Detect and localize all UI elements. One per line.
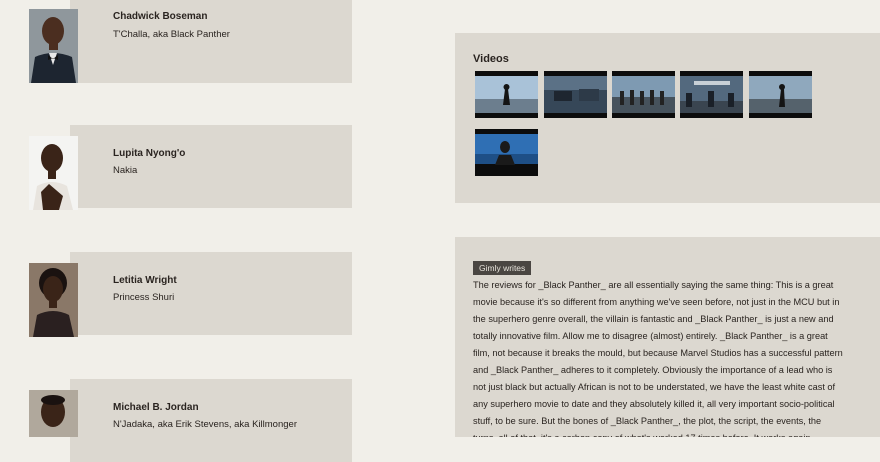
cast-card: Lupita Nyong'o Nakia [70, 125, 352, 208]
video-thumbnail[interactable] [612, 71, 675, 118]
cast-role: Princess Shuri [113, 292, 175, 303]
cast-name: Lupita Nyong'o [113, 148, 186, 159]
cast-photo [29, 9, 78, 83]
cast-name: Michael B. Jordan [113, 402, 199, 413]
cast-card: Michael B. Jordan N'Jadaka, aka Erik Ste… [70, 379, 352, 462]
cast-name: Chadwick Boseman [113, 11, 208, 22]
cast-name: Letitia Wright [113, 275, 177, 286]
cast-role: N'Jadaka, aka Erik Stevens, aka Killmong… [113, 419, 297, 430]
video-thumbnail[interactable] [749, 71, 812, 118]
video-thumbnail[interactable] [475, 71, 538, 118]
video-thumbnail[interactable] [544, 71, 607, 118]
cast-photo [29, 136, 78, 210]
cast-card: Chadwick Boseman T'Challa, aka Black Pan… [70, 0, 352, 83]
review-author-tag[interactable]: Gimly writes [473, 261, 532, 275]
cast-photo [29, 390, 78, 437]
review-panel: Gimly writes The reviews for _Black Pant… [455, 237, 880, 437]
video-thumbnail[interactable] [680, 71, 743, 118]
cast-role: T'Challa, aka Black Panther [113, 29, 230, 40]
videos-title: Videos [473, 53, 509, 65]
review-text: The reviews for _Black Panther_ are all … [473, 280, 843, 437]
video-thumbnail[interactable] [475, 129, 538, 176]
cast-card: Letitia Wright Princess Shuri [70, 252, 352, 335]
cast-photo [29, 263, 78, 337]
videos-panel: Videos [455, 33, 880, 203]
cast-role: Nakia [113, 165, 138, 176]
